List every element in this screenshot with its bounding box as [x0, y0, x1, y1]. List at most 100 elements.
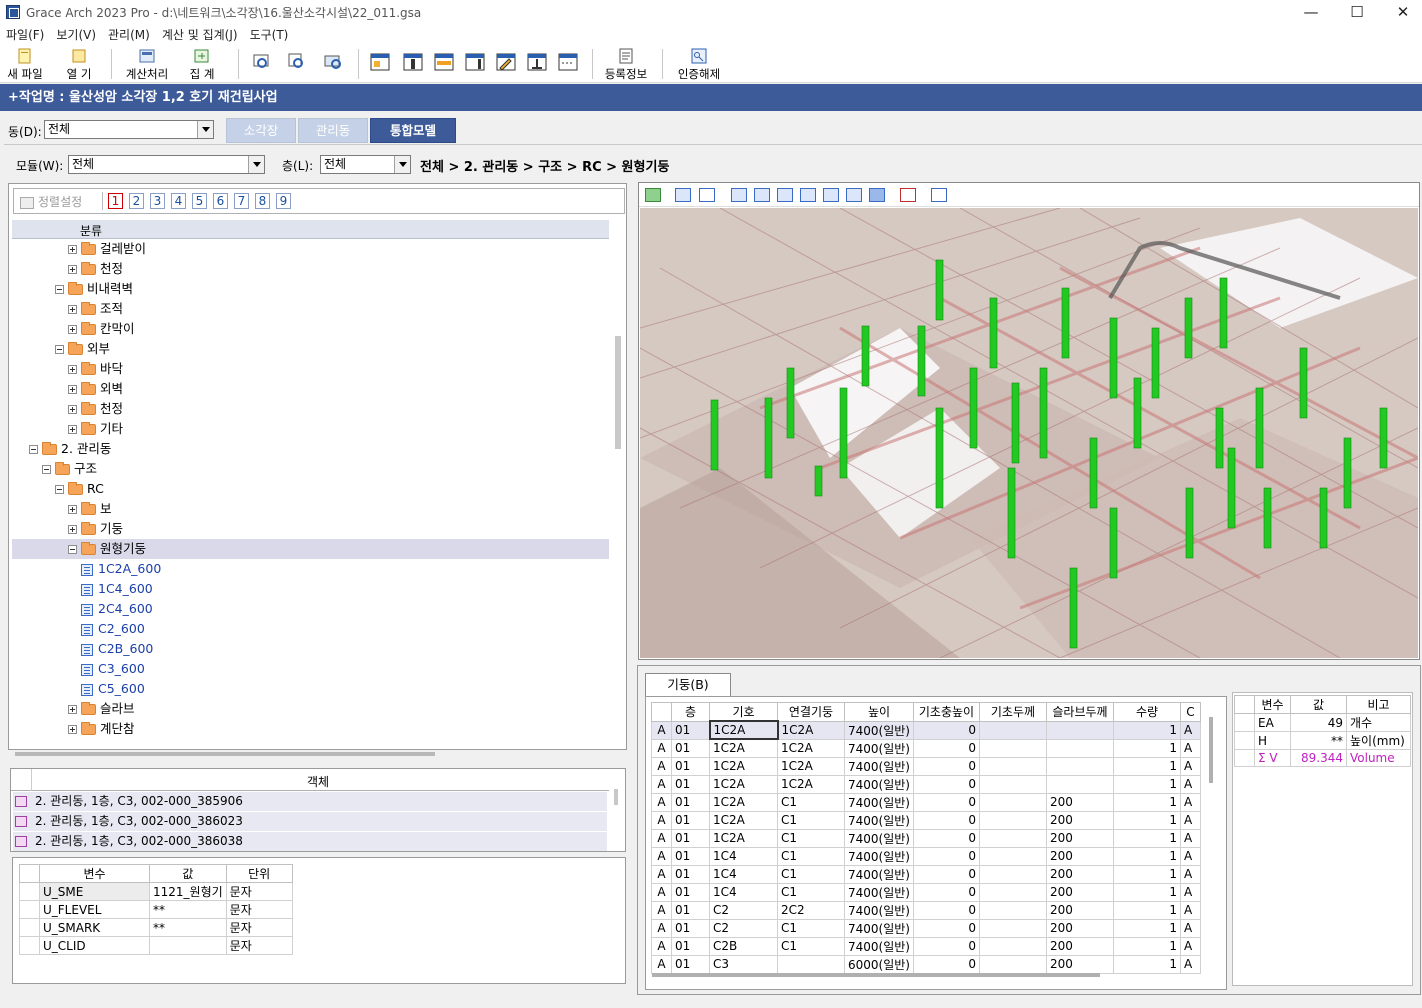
variable-value[interactable]: ** — [149, 900, 227, 919]
collapse-icon[interactable] — [68, 545, 77, 554]
summary-row[interactable]: EA 49 개수 — [1234, 713, 1411, 732]
highlighted-column[interactable] — [989, 297, 998, 369]
sort-level-4[interactable]: 4 — [171, 193, 186, 209]
view-right-icon[interactable] — [800, 188, 816, 202]
unauth-button[interactable]: 인증해제 — [672, 48, 726, 82]
preview-icon[interactable] — [251, 51, 273, 73]
object-row[interactable]: 2. 관리동, 1층, C3, 002-000_385906 — [13, 792, 607, 811]
table-cell[interactable]: A — [1179, 900, 1201, 920]
table-cell[interactable]: A — [1179, 846, 1201, 866]
object-scrollbar[interactable] — [614, 789, 618, 805]
table-cell[interactable]: A — [1179, 936, 1201, 956]
highlighted-column[interactable] — [710, 399, 719, 471]
table-cell[interactable]: A — [1179, 774, 1201, 794]
column-table-hscrollbar[interactable] — [652, 973, 1100, 977]
variable-value[interactable]: ** — [149, 918, 227, 937]
table-cell[interactable]: A — [1179, 810, 1201, 830]
building-select[interactable]: 전체 — [44, 120, 214, 139]
summary-row[interactable]: H ** 높이(mm) — [1234, 731, 1411, 750]
table-cell[interactable]: 01 — [671, 792, 710, 812]
tree-item[interactable]: 외벽 — [12, 379, 609, 399]
table-cell[interactable]: 0 — [912, 846, 980, 866]
table-cell[interactable]: 1 — [1112, 900, 1181, 920]
register-info-button[interactable]: 등록정보 — [601, 48, 651, 82]
table-window-icon[interactable] — [369, 51, 391, 73]
table-cell[interactable]: A — [651, 918, 672, 938]
highlighted-column[interactable] — [1219, 277, 1228, 349]
highlighted-column[interactable] — [764, 397, 773, 479]
table-cell[interactable]: A — [651, 900, 672, 920]
table-cell[interactable]: 0 — [912, 738, 980, 758]
highlighted-column[interactable] — [1007, 467, 1016, 559]
expand-icon[interactable] — [68, 705, 77, 714]
table-cell[interactable] — [1045, 756, 1114, 776]
table-cell[interactable]: 01 — [671, 954, 710, 974]
highlighted-column[interactable] — [1299, 347, 1308, 419]
table-cell[interactable]: 200 — [1045, 846, 1114, 866]
expand-icon[interactable] — [68, 325, 77, 334]
table-cell[interactable]: A — [651, 864, 672, 884]
tree-item[interactable]: 기둥 — [12, 519, 609, 539]
variable-row[interactable]: U_CLID 문자 — [19, 936, 293, 955]
maximize-button[interactable]: ☐ — [1334, 0, 1380, 24]
table-cell[interactable]: 200 — [1045, 864, 1114, 884]
table-cell[interactable]: A — [651, 738, 672, 758]
table-row[interactable]: A 01 1C4 C1 7400(일반) 0 200 1 A — [651, 846, 1201, 866]
col-header-height[interactable]: 높이 — [844, 702, 914, 722]
expand-icon[interactable] — [68, 405, 77, 414]
expand-icon[interactable] — [68, 385, 77, 394]
summary-row[interactable]: Σ V 89.344 Volume — [1234, 749, 1411, 767]
table-cell[interactable]: A — [1179, 720, 1201, 740]
collapse-icon[interactable] — [29, 445, 38, 454]
view-top-icon[interactable] — [823, 188, 839, 202]
highlighted-column[interactable] — [839, 387, 848, 479]
expand-icon[interactable] — [68, 525, 77, 534]
table-cell[interactable]: 7400(일반) — [844, 774, 914, 794]
menu-tools[interactable]: 도구(T) — [244, 26, 295, 43]
table-cell[interactable] — [978, 936, 1047, 956]
tree-item[interactable]: 슬라브 — [12, 699, 609, 719]
table-cell[interactable]: 1C2A — [709, 756, 778, 776]
highlighted-column[interactable] — [1011, 382, 1020, 464]
table-cell[interactable]: 0 — [912, 954, 980, 974]
table-cell[interactable]: 0 — [912, 864, 980, 884]
table-cell[interactable]: A — [1179, 756, 1201, 776]
sort-level-2[interactable]: 2 — [129, 193, 144, 209]
tree-item[interactable]: C2_600 — [12, 619, 609, 639]
table-cell[interactable]: 7400(일반) — [844, 864, 914, 884]
table-cell[interactable]: C1 — [777, 792, 845, 812]
view-left-icon[interactable] — [777, 188, 793, 202]
tree-item[interactable]: C3_600 — [12, 659, 609, 679]
collapse-icon[interactable] — [55, 345, 64, 354]
menu-manage[interactable]: 관리(M) — [102, 26, 156, 43]
table-cell[interactable]: 01 — [671, 918, 710, 938]
tree-item[interactable]: 천정 — [12, 399, 609, 419]
table-cell[interactable]: 01 — [671, 864, 710, 884]
highlighted-column[interactable] — [1039, 367, 1048, 459]
table-cell[interactable]: 0 — [912, 756, 980, 776]
table-cell[interactable]: A — [1179, 738, 1201, 758]
table-cell[interactable]: A — [651, 954, 672, 974]
table-cell[interactable]: 7400(일반) — [844, 810, 914, 830]
highlighted-column[interactable] — [935, 407, 944, 509]
table-cell[interactable]: 1 — [1112, 882, 1181, 902]
sort-level-3[interactable]: 3 — [150, 193, 165, 209]
highlighted-column[interactable] — [1263, 487, 1272, 549]
table-cell[interactable]: 01 — [671, 774, 710, 794]
menu-calc[interactable]: 계산 및 집계(J) — [156, 26, 244, 43]
table-cell[interactable]: 1C4 — [709, 846, 778, 866]
highlighted-column[interactable] — [1255, 387, 1264, 469]
table-row[interactable]: A 01 1C2A C1 7400(일반) 0 200 1 A — [651, 828, 1201, 848]
wall-window-icon[interactable] — [464, 51, 486, 73]
tab-integrated-model[interactable]: 통합모델 — [370, 118, 456, 143]
aggregate-button[interactable]: 집 계 — [180, 48, 224, 82]
sort-level-7[interactable]: 7 — [234, 193, 249, 209]
variable-row[interactable]: U_FLEVEL ** 문자 — [19, 900, 293, 919]
column-table-scrollbar[interactable] — [1209, 717, 1213, 783]
highlighted-column[interactable] — [1133, 377, 1142, 449]
table-cell[interactable]: 01 — [671, 936, 710, 956]
table-cell[interactable]: 200 — [1045, 882, 1114, 902]
highlighted-column[interactable] — [1227, 447, 1236, 529]
table-cell[interactable]: 1C2A — [709, 738, 778, 758]
expand-icon[interactable] — [68, 305, 77, 314]
